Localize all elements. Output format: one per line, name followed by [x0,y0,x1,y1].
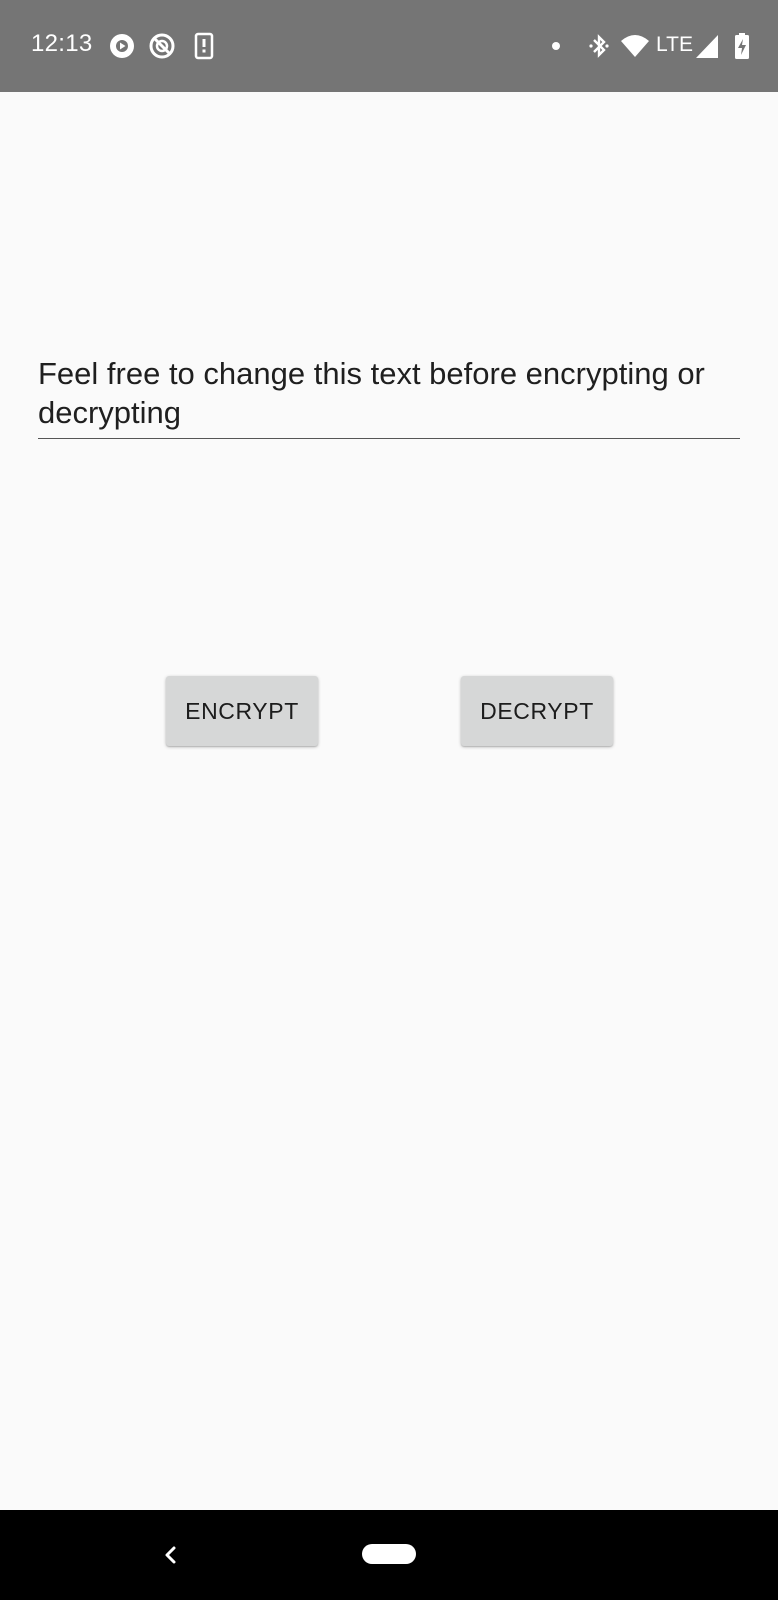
encrypt-button[interactable]: ENCRYPT [166,676,318,746]
message-input-text[interactable]: Feel free to change this text before enc… [38,354,740,432]
battery-charging-icon [733,32,761,60]
decrypt-button[interactable]: DECRYPT [461,676,613,746]
sim-alert-icon [190,32,218,60]
home-pill-icon[interactable] [362,1544,416,1564]
status-bar: 12:13 LTE [0,0,778,92]
bluetooth-icon [588,32,616,60]
navigation-bar [0,1510,778,1600]
status-time: 12:13 [31,30,93,57]
back-icon[interactable] [158,1540,182,1570]
do-not-disturb-icon [148,32,176,60]
play-circle-icon [108,32,136,60]
wifi-icon [620,32,649,60]
signal-icon [694,32,722,60]
notification-dot-icon [551,32,579,60]
main-content: Feel free to change this text before enc… [0,92,778,1510]
message-input[interactable]: Feel free to change this text before enc… [38,354,740,439]
network-type-label: LTE [656,33,693,56]
